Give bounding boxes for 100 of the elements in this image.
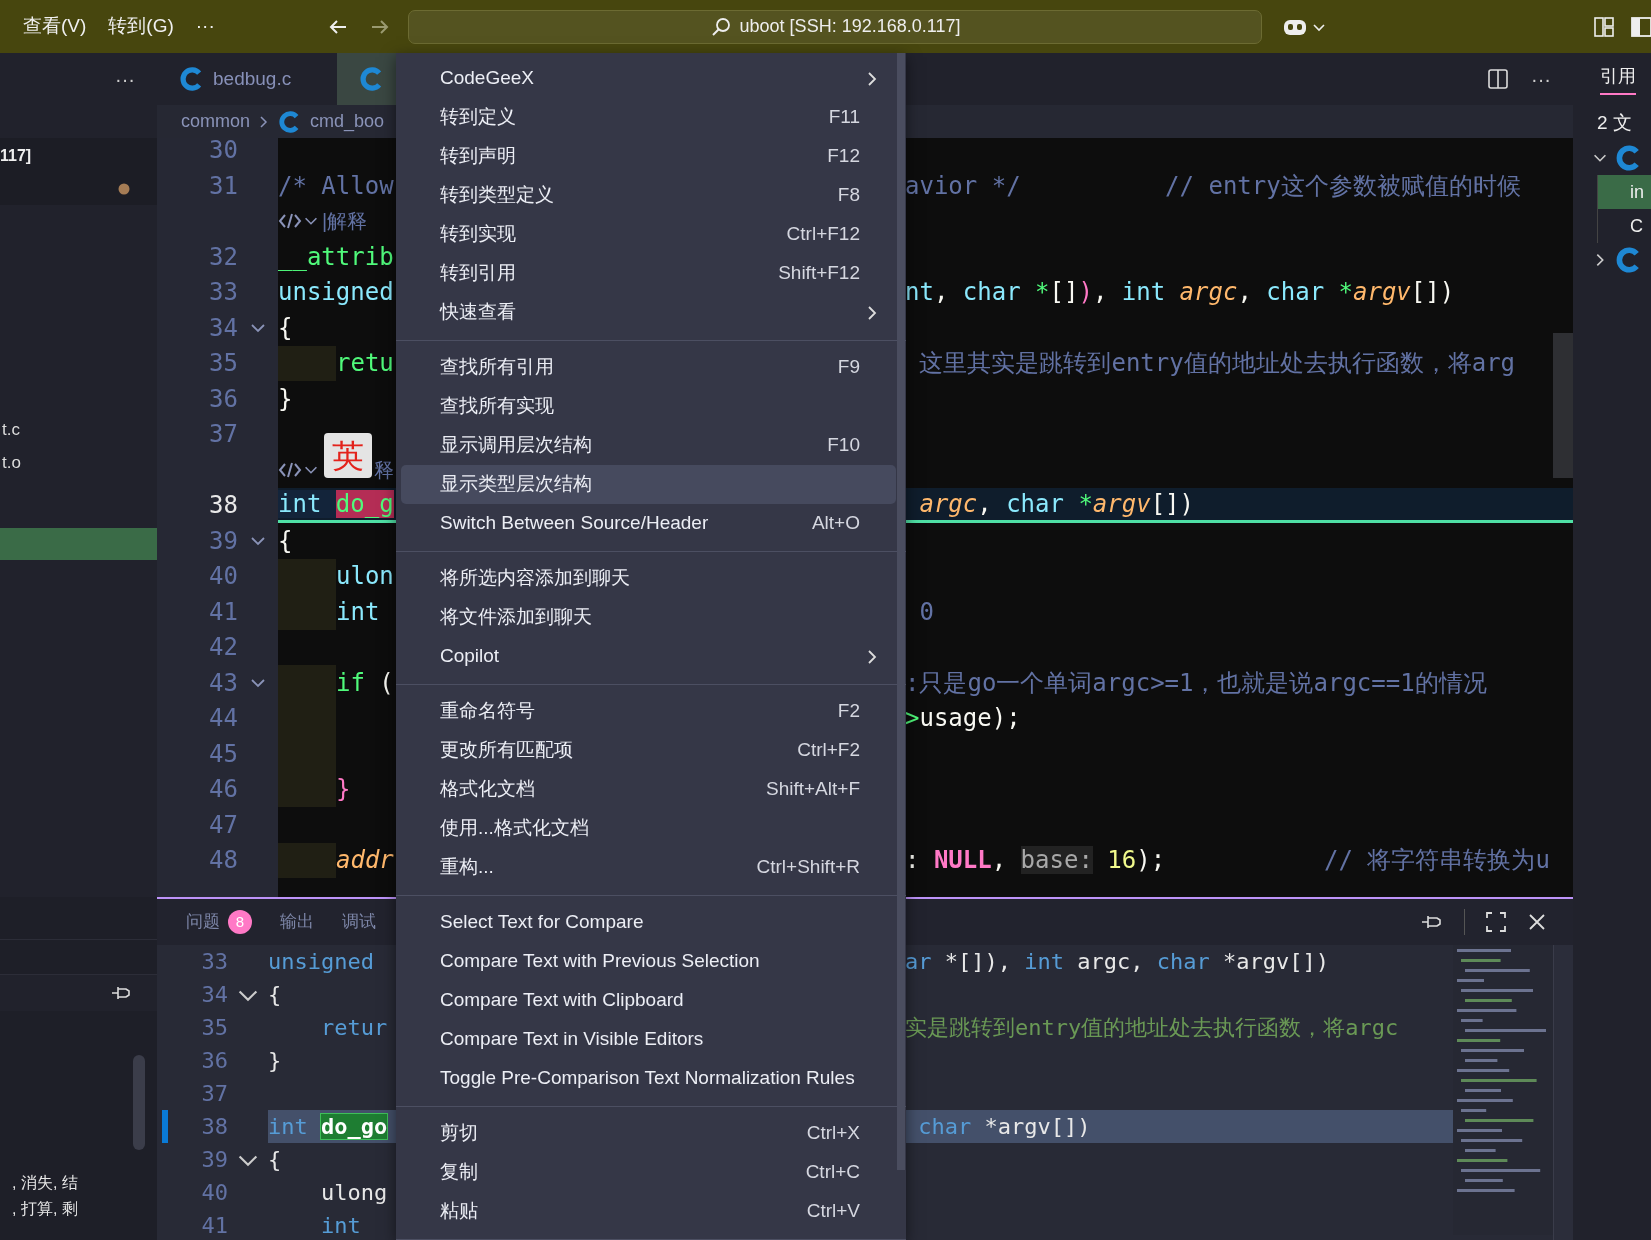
- line-number: 31: [208, 170, 238, 202]
- scrollbar-thumb[interactable]: [133, 1055, 145, 1150]
- menu-item[interactable]: Copilot: [401, 637, 896, 676]
- more-button[interactable]: ···: [195, 12, 215, 41]
- menu-item[interactable]: 格式化文档 Shift+Alt+F: [401, 770, 896, 809]
- menu-item[interactable]: 转到定义 F11: [401, 98, 896, 137]
- line-number: 38: [208, 490, 238, 522]
- menu-item[interactable]: 转到实现 Ctrl+F12: [401, 215, 896, 254]
- code-text: : NULL, base: 16); // 将字符串转换为u: [905, 845, 1550, 877]
- scrollbar-thumb[interactable]: [897, 53, 905, 1170]
- line-number: 33: [208, 277, 238, 309]
- menu-item[interactable]: 将文件添加到聊天: [401, 598, 896, 637]
- sidebar-toggle-icon[interactable]: [1631, 15, 1651, 38]
- code-text: int do_g: [278, 488, 394, 520]
- line-number: 34: [208, 312, 238, 344]
- menu-item[interactable]: 快速查看: [401, 293, 896, 332]
- menu-item[interactable]: 查找所有引用 F9: [401, 348, 896, 387]
- line-number: 30: [208, 138, 238, 167]
- line-number: 45: [208, 738, 238, 770]
- menu-item[interactable]: 复制 Ctrl+C: [401, 1153, 896, 1192]
- line-number: 38: [200, 1113, 228, 1141]
- more-button[interactable]: ···: [1531, 64, 1551, 94]
- panel-tab[interactable]: 引用: [1600, 63, 1636, 95]
- menu-item[interactable]: 显示类型层次结构: [401, 465, 896, 504]
- menu-item[interactable]: 将所选内容添加到聊天: [401, 559, 896, 598]
- layout-icon[interactable]: [1593, 15, 1615, 38]
- menu-item[interactable]: Select Text for Compare: [401, 903, 896, 942]
- code-text: char *argv[]): [917, 1113, 1091, 1141]
- split-editor-icon[interactable]: [1487, 68, 1509, 90]
- code-text: int do_go: [268, 1113, 388, 1141]
- code-text: argc, char *argv[]): [918, 488, 1194, 520]
- menu-item[interactable]: 粘贴 Ctrl+V: [401, 1192, 896, 1231]
- code-text: retu: [336, 348, 394, 380]
- reference-item[interactable]: C: [1630, 212, 1643, 240]
- menu-item[interactable]: 转到引用 Shift+F12: [401, 254, 896, 293]
- code-text: /* Allow: [278, 170, 394, 202]
- line-number: 43: [208, 667, 238, 699]
- file-name[interactable]: t.c: [2, 416, 20, 443]
- code-text: >usage);: [905, 703, 1021, 735]
- menu-item[interactable]: 查找所有实现: [401, 387, 896, 426]
- line-number: 39: [200, 1146, 228, 1174]
- line-number: 36: [200, 1047, 228, 1075]
- line-number: 44: [208, 703, 238, 735]
- menu-item[interactable]: 重命名符号 F2: [401, 692, 896, 731]
- code-text: ar *[]), int argc, char *argv[]): [905, 948, 1329, 976]
- code-text: __attrib: [278, 241, 394, 273]
- code-text: {: [268, 981, 282, 1009]
- line-number: 35: [200, 1014, 228, 1042]
- menu-item[interactable]: Switch Between Source/Header Alt+O: [401, 504, 896, 543]
- file-name[interactable]: t.o: [2, 449, 21, 476]
- code-lens-link[interactable]: |解释: [322, 206, 368, 237]
- more-button[interactable]: ···: [115, 64, 135, 94]
- menu-item[interactable]: Toggle Pre-Comparison Text Normalization Rules: [401, 1059, 896, 1098]
- code-text: 这里其实是跳转到entry值的地址处去执行函数，将arg: [918, 348, 1516, 380]
- panel-tab[interactable]: 问题: [186, 909, 220, 935]
- menu-item[interactable]: 转到类型定义 F8: [401, 176, 896, 215]
- result-summary: 2 文: [1597, 110, 1632, 135]
- code-text: retur: [319, 1014, 388, 1042]
- code-text: avior */ // entry这个参数被赋值的时候: [905, 170, 1521, 202]
- menu-item[interactable]: Compare Text with Previous Selection: [401, 942, 896, 981]
- code-text: {: [268, 1146, 282, 1174]
- line-number: 36: [208, 383, 238, 415]
- menu-item[interactable]: 更改所有匹配项 Ctrl+F2: [401, 731, 896, 770]
- breadcrumb-item[interactable]: common: [181, 108, 251, 135]
- panel-tab[interactable]: 调试: [342, 909, 376, 935]
- code-text: 实是跳转到entry值的地址处去执行函数，将argc: [905, 1014, 1399, 1042]
- menu-item[interactable]: 重构... Ctrl+Shift+R: [401, 848, 896, 887]
- line-number: 48: [208, 845, 238, 877]
- menu-item[interactable]: Compare Text in Visible Editors: [401, 1020, 896, 1059]
- menu-item[interactable]: Compare Text with Clipboard: [401, 981, 896, 1020]
- line-number: 40: [200, 1179, 228, 1207]
- search-field[interactable]: uboot [SSH: 192.168.0.117]: [408, 9, 1262, 44]
- code-text: if (: [336, 667, 394, 699]
- code-text: {: [278, 525, 293, 557]
- menu-item[interactable]: 转到(G): [108, 12, 174, 41]
- menu-item[interactable]: 查看(V): [23, 12, 87, 41]
- folder-header[interactable]: 117]: [0, 138, 157, 173]
- input-method-indicator: 英: [324, 433, 372, 479]
- editor-tab[interactable]: bedbug.c: [157, 53, 337, 105]
- code-text: unsigned: [268, 948, 374, 976]
- line-number: 41: [208, 596, 238, 628]
- scrollbar-track[interactable]: [1553, 945, 1573, 1240]
- code-text: }: [336, 774, 351, 806]
- code-text: {: [278, 312, 293, 344]
- code-text: ulon: [336, 561, 394, 593]
- maximize-icon[interactable]: [1485, 911, 1507, 933]
- line-number: 35: [208, 348, 238, 380]
- menu-item[interactable]: CodeGeeX: [401, 59, 896, 98]
- code-text: nt, char *[]), int argc, char *argv[]): [905, 277, 1455, 309]
- menu-item[interactable]: 剪切 Ctrl+X: [401, 1114, 896, 1153]
- code-text: ulong: [319, 1179, 388, 1207]
- menu-item[interactable]: 转到声明 F12: [401, 137, 896, 176]
- panel-tab[interactable]: 输出: [280, 909, 314, 935]
- close-icon[interactable]: [1527, 912, 1547, 932]
- code-lens-link[interactable]: 释: [374, 454, 394, 485]
- menu-item[interactable]: 显示调用层次结构 F10: [401, 426, 896, 465]
- scrollbar-thumb[interactable]: [1553, 333, 1573, 478]
- menu-item[interactable]: 使用...格式化文档: [401, 809, 896, 848]
- line-number: 47: [208, 809, 238, 841]
- breadcrumb-item[interactable]: cmd_boo: [310, 108, 385, 135]
